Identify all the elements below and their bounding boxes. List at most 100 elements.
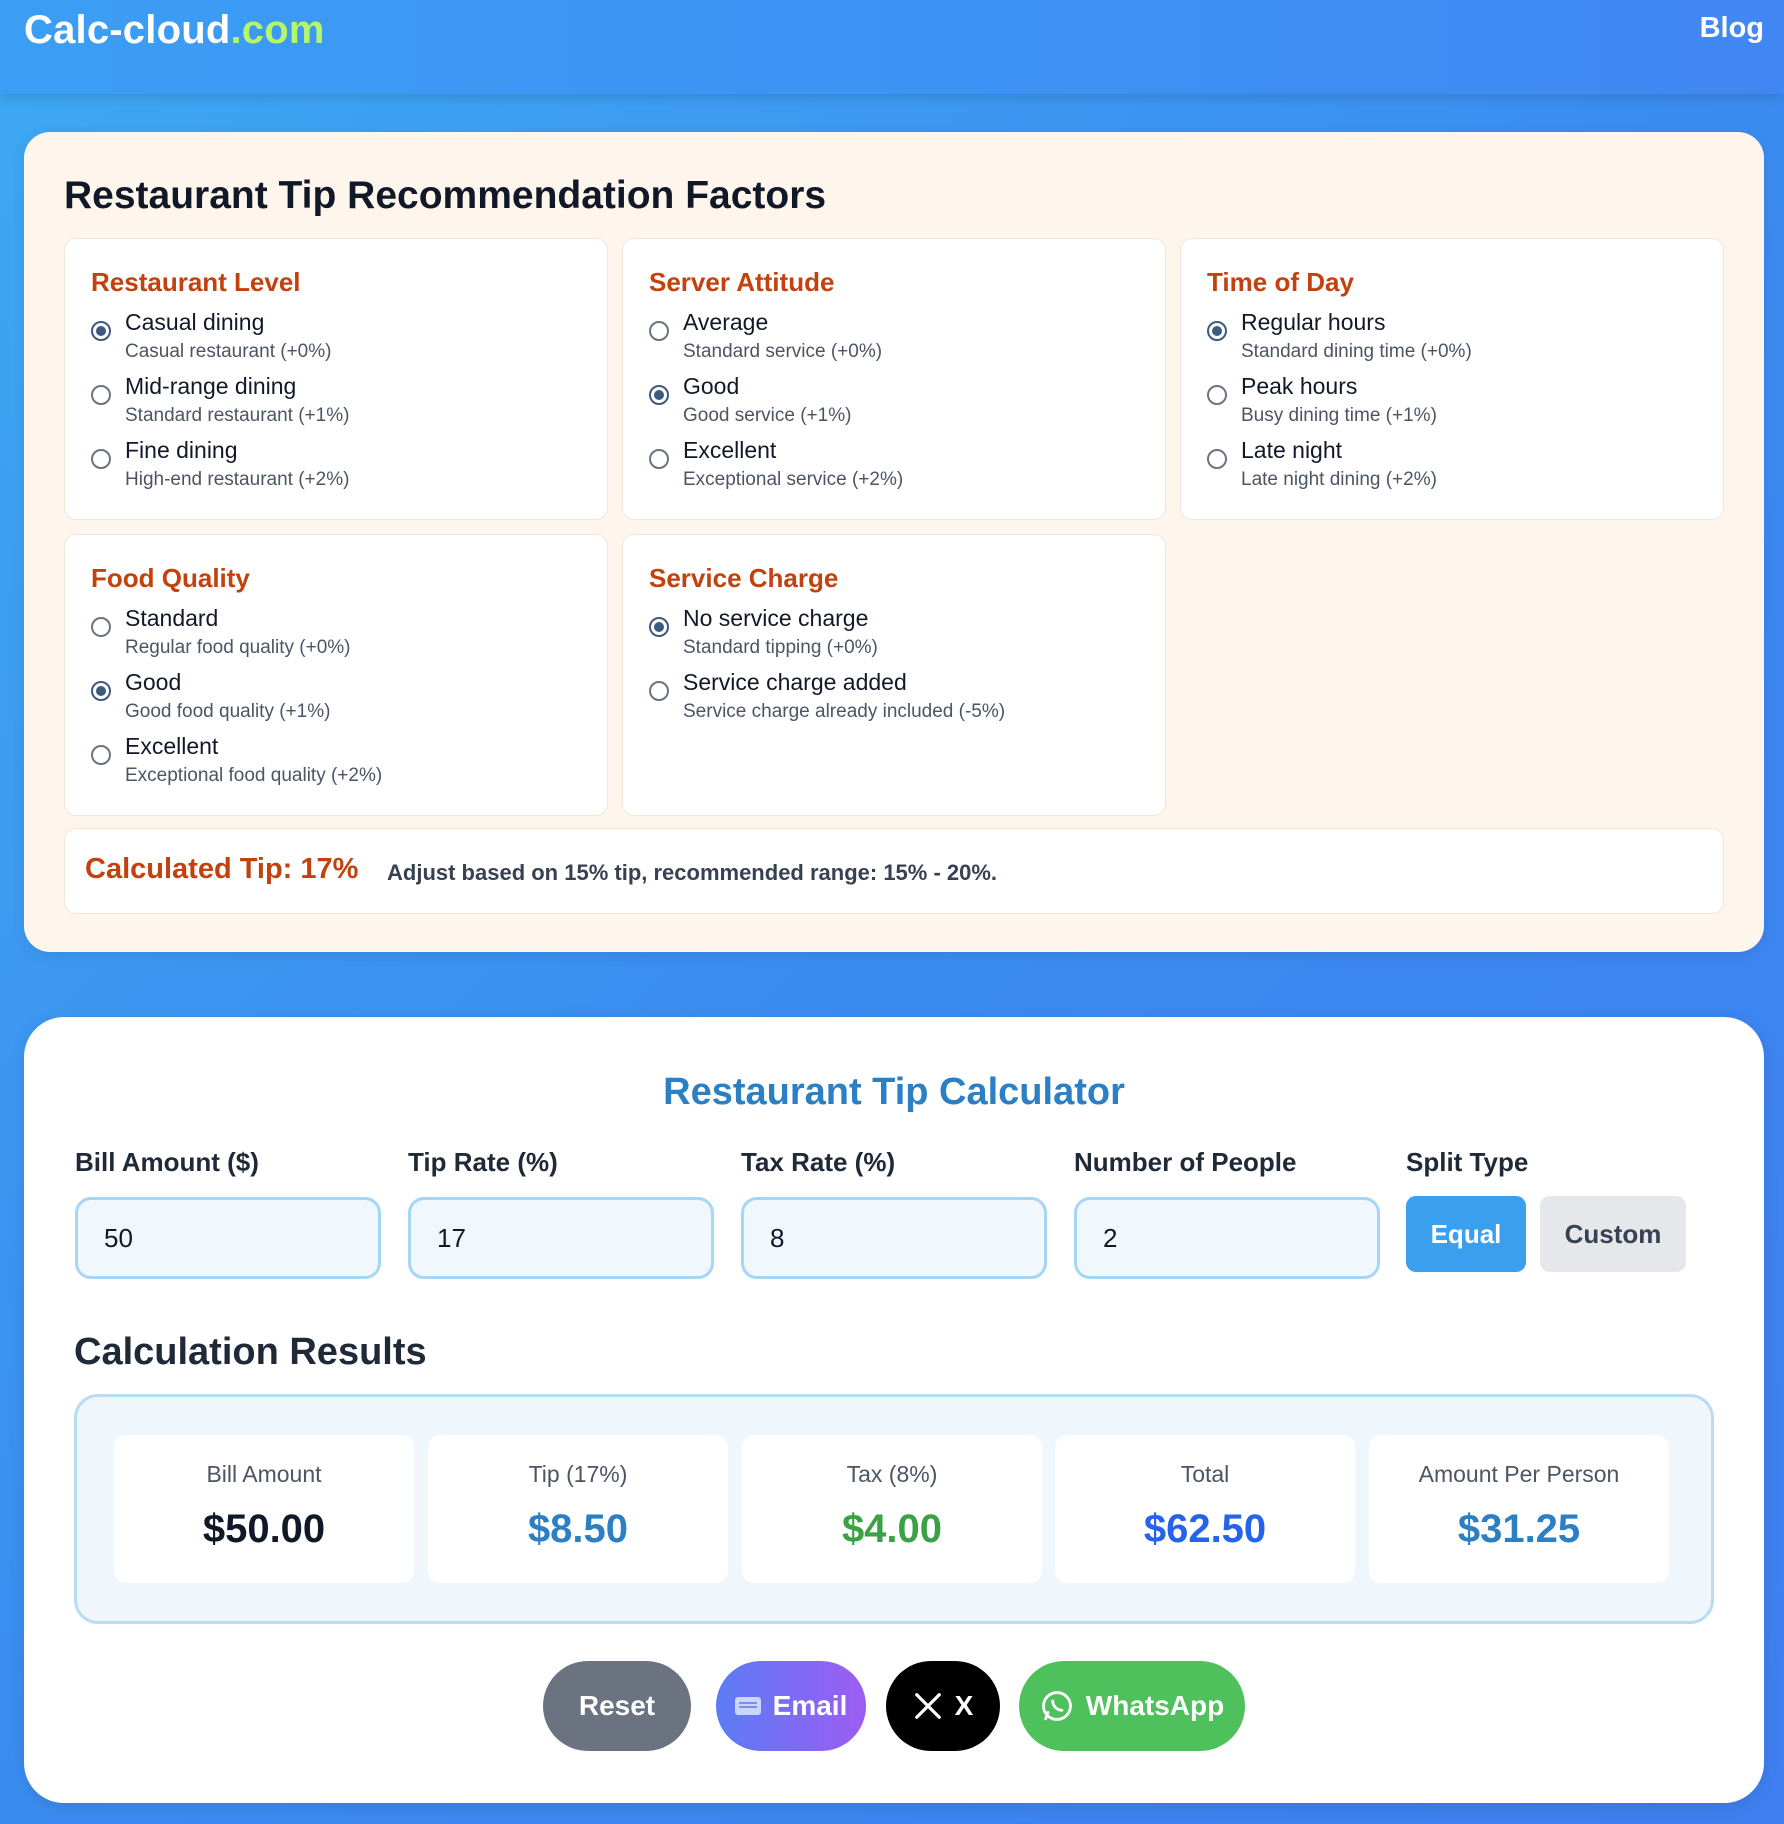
results-panel: Bill Amount $50.00 Tip (17%) $8.50 Tax (…	[74, 1394, 1714, 1624]
option-description: Exceptional food quality (+2%)	[125, 765, 383, 786]
factor-title: Time of Day	[1207, 267, 1354, 297]
radio-button[interactable]	[91, 385, 111, 405]
option-standard-food[interactable]: Standard Regular food quality (+0%)	[91, 605, 591, 665]
result-tip: Tip (17%) $8.50	[428, 1435, 728, 1583]
result-value: $4.00	[841, 1507, 943, 1551]
split-equal-button[interactable]: Equal	[1406, 1196, 1526, 1272]
option-label: Fine dining	[125, 437, 238, 463]
result-bill-amount: Bill Amount $50.00	[114, 1435, 414, 1583]
tip-rate-label: Tip Rate (%)	[408, 1147, 558, 1177]
blog-link[interactable]: Blog	[1700, 12, 1764, 45]
radio-button[interactable]	[649, 617, 669, 637]
split-type-label: Split Type	[1406, 1147, 1529, 1177]
tax-rate-input[interactable]	[741, 1197, 1047, 1279]
radio-button[interactable]	[1207, 449, 1227, 469]
number-of-people-input[interactable]	[1074, 1197, 1380, 1279]
x-share-button[interactable]: X	[886, 1661, 1000, 1751]
radio-button[interactable]	[649, 449, 669, 469]
option-description: High-end restaurant (+2%)	[125, 469, 350, 490]
option-label: Mid-range dining	[125, 373, 297, 399]
factor-time-of-day: Time of Day Regular hours Standard dinin…	[1180, 238, 1724, 520]
radio-button[interactable]	[91, 321, 111, 341]
results-title: Calculation Results	[74, 1331, 427, 1373]
result-value: $62.50	[1143, 1507, 1267, 1551]
reset-label: Reset	[578, 1690, 656, 1721]
option-description: Exceptional service (+2%)	[683, 469, 904, 490]
result-label: Bill Amount	[206, 1461, 322, 1487]
option-description: Late night dining (+2%)	[1241, 469, 1437, 490]
option-casual-dining[interactable]: Casual dining Casual restaurant (+0%)	[91, 309, 591, 369]
x-label: X	[954, 1690, 974, 1721]
radio-button[interactable]	[91, 745, 111, 765]
option-description: Standard restaurant (+1%)	[125, 405, 350, 426]
result-label: Tip (17%)	[528, 1461, 628, 1487]
radio-button[interactable]	[1207, 385, 1227, 405]
factor-server-attitude: Server Attitude Average Standard service…	[622, 238, 1166, 520]
calculated-tip-summary: Calculated Tip: 17% Adjust based on 15% …	[64, 828, 1724, 914]
option-description: Busy dining time (+1%)	[1241, 405, 1437, 426]
bill-amount-input[interactable]	[75, 1197, 381, 1279]
option-regular-hours[interactable]: Regular hours Standard dining time (+0%)	[1207, 309, 1707, 369]
factor-title: Restaurant Level	[91, 267, 301, 297]
option-label: Casual dining	[125, 309, 265, 335]
option-description: Standard tipping (+0%)	[683, 637, 878, 658]
option-good-food[interactable]: Good Good food quality (+1%)	[91, 669, 591, 729]
option-label: Service charge added	[683, 669, 907, 695]
tip-rate-input[interactable]	[408, 1197, 714, 1279]
logo-tld: .com	[230, 8, 325, 52]
radio-button[interactable]	[649, 681, 669, 701]
reset-button[interactable]: Reset	[543, 1661, 691, 1751]
option-label: Good	[125, 669, 182, 695]
tip-factors-card: Restaurant Tip Recommendation Factors Re…	[24, 132, 1764, 952]
factor-title: Food Quality	[91, 563, 250, 593]
option-label: Peak hours	[1241, 373, 1358, 399]
option-good-service[interactable]: Good Good service (+1%)	[649, 373, 1149, 433]
whatsapp-icon	[1041, 1691, 1072, 1721]
calculator-title: Restaurant Tip Calculator	[663, 1071, 1125, 1113]
radio-button[interactable]	[649, 385, 669, 405]
result-amount-per-person: Amount Per Person $31.25	[1369, 1435, 1669, 1583]
radio-button[interactable]	[91, 449, 111, 469]
option-no-service-charge[interactable]: No service charge Standard tipping (+0%)	[649, 605, 1149, 665]
radio-button[interactable]	[1207, 321, 1227, 341]
radio-button[interactable]	[91, 617, 111, 637]
option-description: Good food quality (+1%)	[125, 701, 331, 722]
option-average-service[interactable]: Average Standard service (+0%)	[649, 309, 1149, 369]
whatsapp-share-button[interactable]: WhatsApp	[1019, 1661, 1245, 1751]
result-label: Amount Per Person	[1418, 1461, 1620, 1487]
option-late-night[interactable]: Late night Late night dining (+2%)	[1207, 437, 1707, 497]
option-excellent-food[interactable]: Excellent Exceptional food quality (+2%)	[91, 733, 591, 793]
option-fine-dining[interactable]: Fine dining High-end restaurant (+2%)	[91, 437, 591, 497]
whatsapp-label: WhatsApp	[1085, 1690, 1225, 1721]
option-description: Standard service (+0%)	[683, 341, 883, 362]
radio-button[interactable]	[91, 681, 111, 701]
option-label: Excellent	[125, 733, 219, 759]
option-label: Late night	[1241, 437, 1343, 463]
x-logo-icon	[914, 1693, 941, 1719]
bill-amount-label: Bill Amount ($)	[75, 1147, 259, 1177]
result-label: Tax (8%)	[846, 1461, 938, 1487]
result-label: Total	[1180, 1461, 1230, 1487]
radio-button[interactable]	[649, 321, 669, 341]
option-description: Regular food quality (+0%)	[125, 637, 351, 658]
factors-title: Restaurant Tip Recommendation Factors	[64, 174, 827, 217]
email-label: Email	[772, 1690, 848, 1721]
option-description: Standard dining time (+0%)	[1241, 341, 1472, 362]
site-logo[interactable]: Calc-cloud.com	[24, 8, 325, 53]
factor-service-charge: Service Charge No service charge Standar…	[622, 534, 1166, 816]
option-peak-hours[interactable]: Peak hours Busy dining time (+1%)	[1207, 373, 1707, 433]
option-excellent-service[interactable]: Excellent Exceptional service (+2%)	[649, 437, 1149, 497]
option-mid-range-dining[interactable]: Mid-range dining Standard restaurant (+1…	[91, 373, 591, 433]
logo-main: Calc-cloud	[24, 8, 231, 52]
option-service-charge-added[interactable]: Service charge added Service charge alre…	[649, 669, 1149, 729]
result-value: $31.25	[1457, 1507, 1581, 1551]
tip-calculator-card: Restaurant Tip Calculator Bill Amount ($…	[24, 1017, 1764, 1803]
tax-rate-label: Tax Rate (%)	[741, 1147, 896, 1177]
email-share-button[interactable]: Email	[716, 1661, 866, 1751]
result-value: $8.50	[527, 1507, 629, 1551]
number-of-people-label: Number of People	[1074, 1147, 1297, 1177]
split-custom-button[interactable]: Custom	[1540, 1196, 1686, 1272]
option-label: Standard	[125, 605, 219, 631]
top-header: Calc-cloud.com Blog	[0, 0, 1784, 94]
option-description: Good service (+1%)	[683, 405, 852, 426]
